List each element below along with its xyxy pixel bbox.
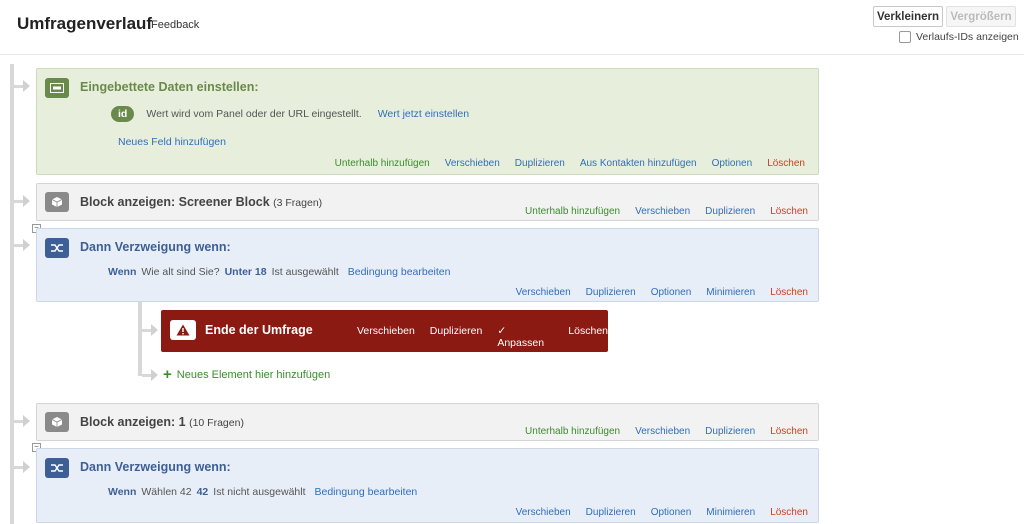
block-question-count: (3 Fragen)	[273, 197, 323, 209]
branch-condition: Wenn Wählen 42 42 Ist nicht ausgewählt B…	[108, 486, 417, 498]
end-of-survey-title: Ende der Umfrage	[205, 323, 313, 337]
condition-state: Ist ausgewählt	[271, 266, 339, 278]
add-element-link[interactable]: + Neues Element hier hinzufügen	[163, 366, 331, 383]
block-title: Block anzeigen: Screener Block (3 Fragen…	[80, 195, 322, 209]
block-actions: Unterhalb hinzufügen Verschieben Duplizi…	[525, 426, 808, 437]
block-title-text: Block anzeigen: 1	[80, 415, 186, 429]
condition-question: Wählen 42	[141, 486, 192, 498]
show-ids-checkbox[interactable]	[899, 31, 911, 43]
block-element: Block anzeigen: 1 (10 Fragen) Unterhalb …	[36, 403, 819, 441]
embedded-field-description: Wert wird vom Panel oder der URL eingest…	[146, 108, 362, 120]
condition-state: Ist nicht ausgewählt	[213, 486, 306, 498]
move-button[interactable]: Verschieben	[445, 158, 500, 169]
embedded-data-icon	[45, 78, 69, 98]
block-cube-icon	[45, 412, 69, 432]
delete-button[interactable]: Löschen	[568, 325, 608, 349]
minimize-button[interactable]: Minimieren	[706, 507, 755, 518]
add-below-button[interactable]: Unterhalb hinzufügen	[525, 206, 620, 217]
delete-button[interactable]: Löschen	[770, 507, 808, 518]
zoom-out-button[interactable]: Verkleinern	[873, 6, 943, 27]
branch-icon	[45, 458, 69, 478]
block-question-count: (10 Fragen)	[189, 417, 244, 429]
delete-button[interactable]: Löschen	[770, 426, 808, 437]
show-ids-toggle[interactable]: Verlaufs-IDs anzeigen	[899, 31, 1019, 43]
move-button[interactable]: Verschieben	[357, 325, 415, 349]
add-below-button[interactable]: Unterhalb hinzufügen	[525, 426, 620, 437]
duplicate-button[interactable]: Duplizieren	[430, 325, 483, 349]
flow-trunk-line	[10, 64, 14, 524]
show-ids-label: Verlaufs-IDs anzeigen	[916, 31, 1019, 43]
edit-condition-link[interactable]: Bedingung bearbeiten	[348, 266, 451, 278]
branch-element: Dann Verzweigung wenn: Wenn Wie alt sind…	[36, 228, 819, 302]
edit-condition-link[interactable]: Bedingung bearbeiten	[315, 486, 418, 498]
duplicate-button[interactable]: Duplizieren	[586, 287, 636, 298]
options-button[interactable]: Optionen	[651, 507, 692, 518]
move-button[interactable]: Verschieben	[635, 206, 690, 217]
branch-actions: Verschieben Duplizieren Optionen Minimie…	[516, 287, 808, 298]
move-button[interactable]: Verschieben	[516, 287, 571, 298]
condition-if: Wenn	[108, 266, 137, 278]
move-button[interactable]: Verschieben	[635, 426, 690, 437]
move-button[interactable]: Verschieben	[516, 507, 571, 518]
flow-arrow-icon	[23, 195, 30, 207]
flow-arrow-icon	[23, 239, 30, 251]
duplicate-button[interactable]: Duplizieren	[705, 426, 755, 437]
block-actions: Unterhalb hinzufügen Verschieben Duplizi…	[525, 206, 808, 217]
add-from-contacts-button[interactable]: Aus Kontakten hinzufügen	[580, 158, 697, 169]
options-button[interactable]: Optionen	[651, 287, 692, 298]
plus-icon: +	[163, 366, 172, 383]
condition-answer: 42	[196, 486, 209, 498]
warning-icon	[170, 320, 196, 340]
add-field-link[interactable]: Neues Feld hinzufügen	[118, 136, 226, 148]
condition-question: Wie alt sind Sie?	[141, 266, 220, 278]
survey-name: Feedback	[151, 19, 200, 31]
add-element-label: Neues Element hier hinzufügen	[176, 369, 331, 381]
flow-arrow-icon	[23, 415, 30, 427]
branch-actions: Verschieben Duplizieren Optionen Minimie…	[516, 507, 808, 518]
end-of-survey-element: Ende der Umfrage Verschieben Duplizieren…	[161, 310, 608, 352]
block-title: Block anzeigen: 1 (10 Fragen)	[80, 415, 244, 429]
condition-if: Wenn	[108, 486, 137, 498]
end-actions: Verschieben Duplizieren ✓ Anpassen Lösch…	[357, 325, 608, 349]
page-title: Umfragenverlauf	[17, 14, 153, 33]
minimize-button[interactable]: Minimieren	[706, 287, 755, 298]
add-below-button[interactable]: Unterhalb hinzufügen	[335, 158, 430, 169]
delete-button[interactable]: Löschen	[767, 158, 805, 169]
block-title-text: Block anzeigen: Screener Block	[80, 195, 270, 209]
embedded-actions: Unterhalb hinzufügen Verschieben Duplizi…	[335, 158, 805, 169]
flow-arrow-icon	[23, 461, 30, 473]
branch-title: Dann Verzweigung wenn:	[80, 460, 231, 474]
customize-button[interactable]: ✓ Anpassen	[497, 325, 553, 349]
condition-answer: Unter 18	[224, 266, 267, 278]
branch-icon	[45, 238, 69, 258]
block-element: Block anzeigen: Screener Block (3 Fragen…	[36, 183, 819, 221]
delete-button[interactable]: Löschen	[770, 206, 808, 217]
flow-arrow-icon	[23, 80, 30, 92]
branch-title: Dann Verzweigung wenn:	[80, 240, 231, 254]
branch-condition: Wenn Wie alt sind Sie? Unter 18 Ist ausg…	[108, 266, 451, 278]
set-value-link[interactable]: Wert jetzt einstellen	[378, 108, 469, 120]
flow-arrow-icon	[151, 324, 158, 336]
embedded-data-title: Eingebettete Daten einstellen:	[80, 80, 259, 94]
duplicate-button[interactable]: Duplizieren	[586, 507, 636, 518]
options-button[interactable]: Optionen	[712, 158, 753, 169]
header-divider	[0, 54, 1024, 55]
flow-arrow-icon	[151, 369, 158, 381]
delete-button[interactable]: Löschen	[770, 287, 808, 298]
duplicate-button[interactable]: Duplizieren	[515, 158, 565, 169]
branch-trunk-line	[138, 302, 142, 376]
zoom-in-button[interactable]: Vergrößern	[946, 6, 1016, 27]
block-cube-icon	[45, 192, 69, 212]
embedded-field-tag[interactable]: id	[111, 106, 135, 122]
embedded-data-element: Eingebettete Daten einstellen: id Wert w…	[36, 68, 819, 175]
branch-element: Dann Verzweigung wenn: Wenn Wählen 42 42…	[36, 448, 819, 523]
duplicate-button[interactable]: Duplizieren	[705, 206, 755, 217]
